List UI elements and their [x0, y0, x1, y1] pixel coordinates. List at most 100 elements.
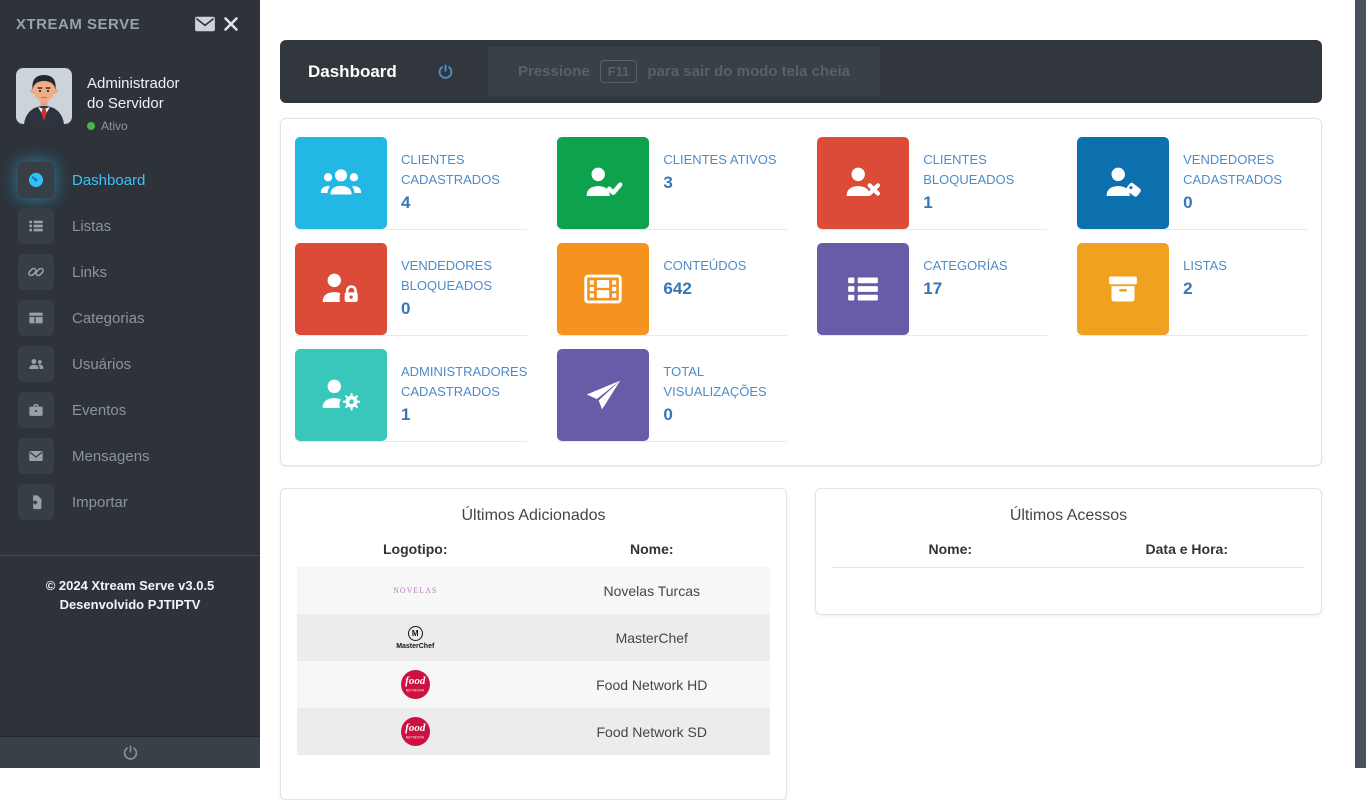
stat-label: LISTAS — [1183, 256, 1227, 276]
brand-title: XTREAM SERVE — [16, 16, 192, 33]
user-lock-icon — [295, 243, 387, 335]
sidebar-item-importar[interactable]: Importar — [0, 479, 260, 525]
file-import-icon — [18, 484, 54, 520]
stat-card-total-visualizacoes[interactable]: TOTAL VISUALIZAÇÕES0 — [557, 349, 787, 442]
sidebar-item-links[interactable]: Links — [0, 249, 260, 295]
table-icon — [18, 300, 54, 336]
sidebar-menu: Dashboard Listas Links Categorias Usuári… — [0, 141, 260, 525]
column-header-nome: Nome: — [534, 541, 771, 557]
paper-plane-icon — [557, 349, 649, 441]
sidebar-item-listas[interactable]: Listas — [0, 203, 260, 249]
stat-value: 3 — [663, 173, 776, 193]
users-icon — [18, 346, 54, 382]
stat-value: 1 — [401, 405, 527, 425]
table-row: food network Food Network SD — [297, 708, 770, 755]
recent-access-panel: Últimos Acessos Nome: Data e Hora: — [815, 488, 1322, 615]
stat-card-clientes-cadastrados[interactable]: CLIENTES CADASTRADOS4 — [295, 137, 527, 230]
sidebar-item-label: Importar — [72, 494, 128, 511]
recent-added-panel: Últimos Adicionados Logotipo: Nome: NOVE… — [280, 488, 787, 800]
status-badge: Ativo — [87, 119, 180, 133]
channel-logo-cell: NOVELAS — [297, 586, 534, 595]
sidebar-item-label: Eventos — [72, 402, 126, 419]
sidebar-item-label: Dashboard — [72, 172, 145, 189]
stat-card-conteudos[interactable]: CONTEÚDOS642 — [557, 243, 787, 336]
stat-label: ADMINISTRADORES CADASTRADOS — [401, 362, 527, 402]
food-network-logo: food network — [401, 670, 430, 699]
fullscreen-notice: Pressione F11 para sair do modo tela che… — [488, 47, 880, 96]
stat-card-clientes-ativos[interactable]: CLIENTES ATIVOS 3 — [557, 137, 787, 230]
sidebar-item-usuarios[interactable]: Usuários — [0, 341, 260, 387]
channel-name-cell: Food Network HD — [534, 677, 771, 693]
th-list-icon — [817, 243, 909, 335]
stat-value: 2 — [1183, 279, 1227, 299]
stat-label: VENDEDORES BLOQUEADOS — [401, 256, 527, 296]
stat-label: CATEGORÍAS — [923, 256, 1007, 276]
sidebar-item-dashboard[interactable]: Dashboard — [0, 157, 260, 203]
user-tag-icon — [1077, 137, 1169, 229]
sidebar-item-eventos[interactable]: Eventos — [0, 387, 260, 433]
logout-power-button-top[interactable] — [437, 63, 454, 80]
sidebar-header: XTREAM SERVE — [0, 0, 260, 48]
copyright-text: © 2024 Xtream Serve v3.0.5 — [0, 576, 260, 595]
link-icon — [18, 254, 54, 290]
channel-logo-cell: food network — [297, 717, 534, 746]
scrollbar[interactable] — [1355, 0, 1366, 768]
mail-icon[interactable] — [192, 13, 218, 35]
stats-panel: CLIENTES CADASTRADOS4 CLIENTES ATIVOS 3 C… — [280, 118, 1322, 466]
avatar — [16, 68, 72, 124]
channel-name-cell: MasterChef — [534, 630, 771, 646]
developer-text: Desenvolvido PJTIPTV — [0, 595, 260, 614]
table-row: M MasterChef MasterChef — [297, 614, 770, 661]
stat-card-listas[interactable]: LISTAS 2 — [1077, 243, 1307, 336]
stat-card-vendedores-bloqueados[interactable]: VENDEDORES BLOQUEADOS 0 — [295, 243, 527, 336]
sidebar-item-label: Links — [72, 264, 107, 281]
stat-value: 0 — [1183, 193, 1307, 213]
channel-logo-cell: food network — [297, 670, 534, 699]
sidebar-item-categorias[interactable]: Categorias — [0, 295, 260, 341]
logout-power-button[interactable] — [0, 736, 260, 768]
user-gear-icon — [295, 349, 387, 441]
stat-card-categorias[interactable]: CATEGORÍAS 17 — [817, 243, 1047, 336]
power-icon — [122, 744, 139, 761]
topbar: Dashboard Pressione F11 para sair do mod… — [280, 40, 1322, 103]
sidebar-item-mensagens[interactable]: Mensagens — [0, 433, 260, 479]
stat-card-vendedores-cadastrados[interactable]: VENDEDORES CADASTRADOS 0 — [1077, 137, 1307, 230]
stat-card-administradores[interactable]: ADMINISTRADORES CADASTRADOS 1 — [295, 349, 527, 442]
page-title: Dashboard — [308, 62, 397, 82]
table-divider — [832, 567, 1305, 568]
stat-card-clientes-bloqueados[interactable]: CLIENTES BLOQUEADOS 1 — [817, 137, 1047, 230]
list-icon — [18, 208, 54, 244]
sidebar-item-label: Categorias — [72, 310, 145, 327]
channel-name-cell: Food Network SD — [534, 724, 771, 740]
user-name: Administrador do Servidor — [87, 74, 180, 114]
stat-label: CLIENTES ATIVOS — [663, 150, 776, 170]
panel-title: Últimos Adicionados — [297, 507, 770, 525]
archive-box-icon — [1077, 243, 1169, 335]
sidebar-footer: © 2024 Xtream Serve v3.0.5 Desenvolvido … — [0, 556, 260, 614]
user-x-icon — [817, 137, 909, 229]
sidebar-item-label: Listas — [72, 218, 111, 235]
stat-value: 0 — [663, 405, 787, 425]
close-icon[interactable] — [218, 13, 244, 35]
sidebar-item-label: Mensagens — [72, 448, 150, 465]
online-dot-icon — [87, 122, 95, 130]
stat-value: 1 — [923, 193, 1047, 213]
user-check-icon — [557, 137, 649, 229]
stat-value: 0 — [401, 299, 527, 319]
power-icon — [437, 63, 454, 80]
dashboard-icon — [18, 162, 54, 198]
stat-label: CLIENTES BLOQUEADOS — [923, 150, 1047, 190]
table-row: food network Food Network HD — [297, 661, 770, 708]
stat-label: VENDEDORES CADASTRADOS — [1183, 150, 1307, 190]
panel-title: Últimos Acessos — [832, 507, 1305, 525]
stat-label: CLIENTES CADASTRADOS — [401, 150, 527, 190]
user-panel: Administrador do Servidor Ativo — [0, 48, 260, 141]
channel-name-cell: Novelas Turcas — [534, 583, 771, 599]
stat-value: 17 — [923, 279, 1007, 299]
briefcase-icon — [18, 392, 54, 428]
novelas-logo: NOVELAS — [393, 586, 437, 595]
notice-prefix: Pressione — [518, 63, 590, 80]
f11-key: F11 — [600, 60, 638, 83]
column-header-nome: Nome: — [832, 541, 1069, 557]
film-icon — [557, 243, 649, 335]
